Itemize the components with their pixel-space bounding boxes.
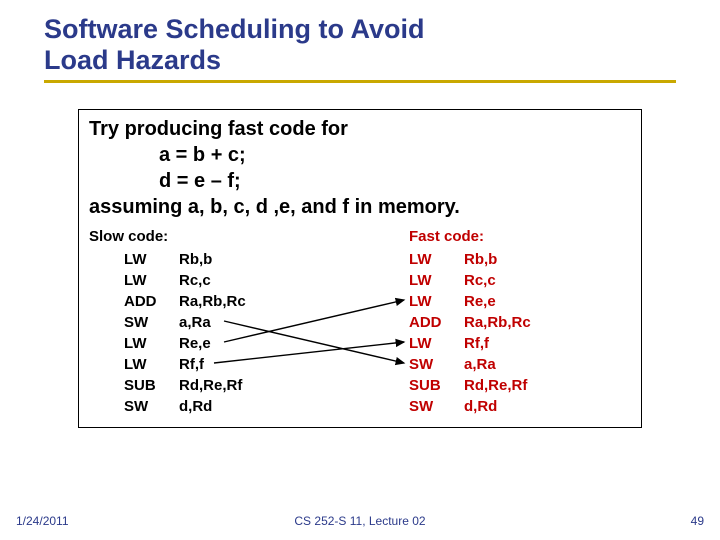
- fast-op: SW: [349, 396, 464, 417]
- fast-op: LW: [349, 333, 464, 354]
- fast-op: SUB: [349, 375, 464, 396]
- fast-arg: Ra,Rb,Rc: [464, 312, 631, 333]
- slow-arg: Ra,Rb,Rc: [179, 291, 349, 312]
- slow-arg: Re,e: [179, 333, 349, 354]
- fast-code-label: Fast code:: [349, 228, 631, 245]
- fast-arg: a,Ra: [464, 354, 631, 375]
- footer-center: CS 252-S 11, Lecture 02: [0, 514, 720, 528]
- slow-arg: Rc,c: [179, 270, 349, 291]
- prompt-line-2: assuming a, b, c, d ,e, and f in memory.: [89, 194, 631, 220]
- fast-op: LW: [349, 270, 464, 291]
- prompt-eq1: a = b + c;: [89, 142, 631, 168]
- title-area: Software Scheduling to Avoid Load Hazard…: [0, 0, 720, 76]
- slow-arg: Rd,Re,Rf: [179, 375, 349, 396]
- fast-arg: Rc,c: [464, 270, 631, 291]
- slow-op: ADD: [89, 291, 179, 312]
- slow-op: LW: [89, 333, 179, 354]
- fast-op: ADD: [349, 312, 464, 333]
- fast-arg: Rb,b: [464, 249, 631, 270]
- slow-op: SW: [89, 312, 179, 333]
- slow-op: LW: [89, 354, 179, 375]
- slow-arg: d,Rd: [179, 396, 349, 417]
- code-area: Slow code: LWRb,b LWRc,c ADDRa,Rb,Rc SWa…: [89, 228, 631, 417]
- fast-code-column: Fast code: LWRb,b LWRc,c LWRe,e ADDRa,Rb…: [349, 228, 631, 417]
- prompt-line-1: Try producing fast code for: [89, 116, 631, 142]
- fast-arg: Re,e: [464, 291, 631, 312]
- fast-arg: Rf,f: [464, 333, 631, 354]
- footer-page-number: 49: [691, 514, 704, 528]
- fast-arg: Rd,Re,Rf: [464, 375, 631, 396]
- slide-title-line2: Load Hazards: [44, 45, 720, 76]
- slow-arg: Rb,b: [179, 249, 349, 270]
- slow-op: LW: [89, 249, 179, 270]
- fast-op: SW: [349, 354, 464, 375]
- prompt-eq2: d = e – f;: [89, 168, 631, 194]
- slow-op: SW: [89, 396, 179, 417]
- fast-op: LW: [349, 249, 464, 270]
- content-box: Try producing fast code for a = b + c; d…: [78, 109, 642, 428]
- slide-title-line1: Software Scheduling to Avoid: [44, 14, 720, 45]
- slow-op: LW: [89, 270, 179, 291]
- slow-code-column: Slow code: LWRb,b LWRc,c ADDRa,Rb,Rc SWa…: [89, 228, 349, 417]
- slow-arg: a,Ra: [179, 312, 349, 333]
- slow-op: SUB: [89, 375, 179, 396]
- fast-op: LW: [349, 291, 464, 312]
- fast-arg: d,Rd: [464, 396, 631, 417]
- slow-arg: Rf,f: [179, 354, 349, 375]
- slow-code-label: Slow code:: [89, 228, 349, 245]
- title-underline: [44, 80, 676, 83]
